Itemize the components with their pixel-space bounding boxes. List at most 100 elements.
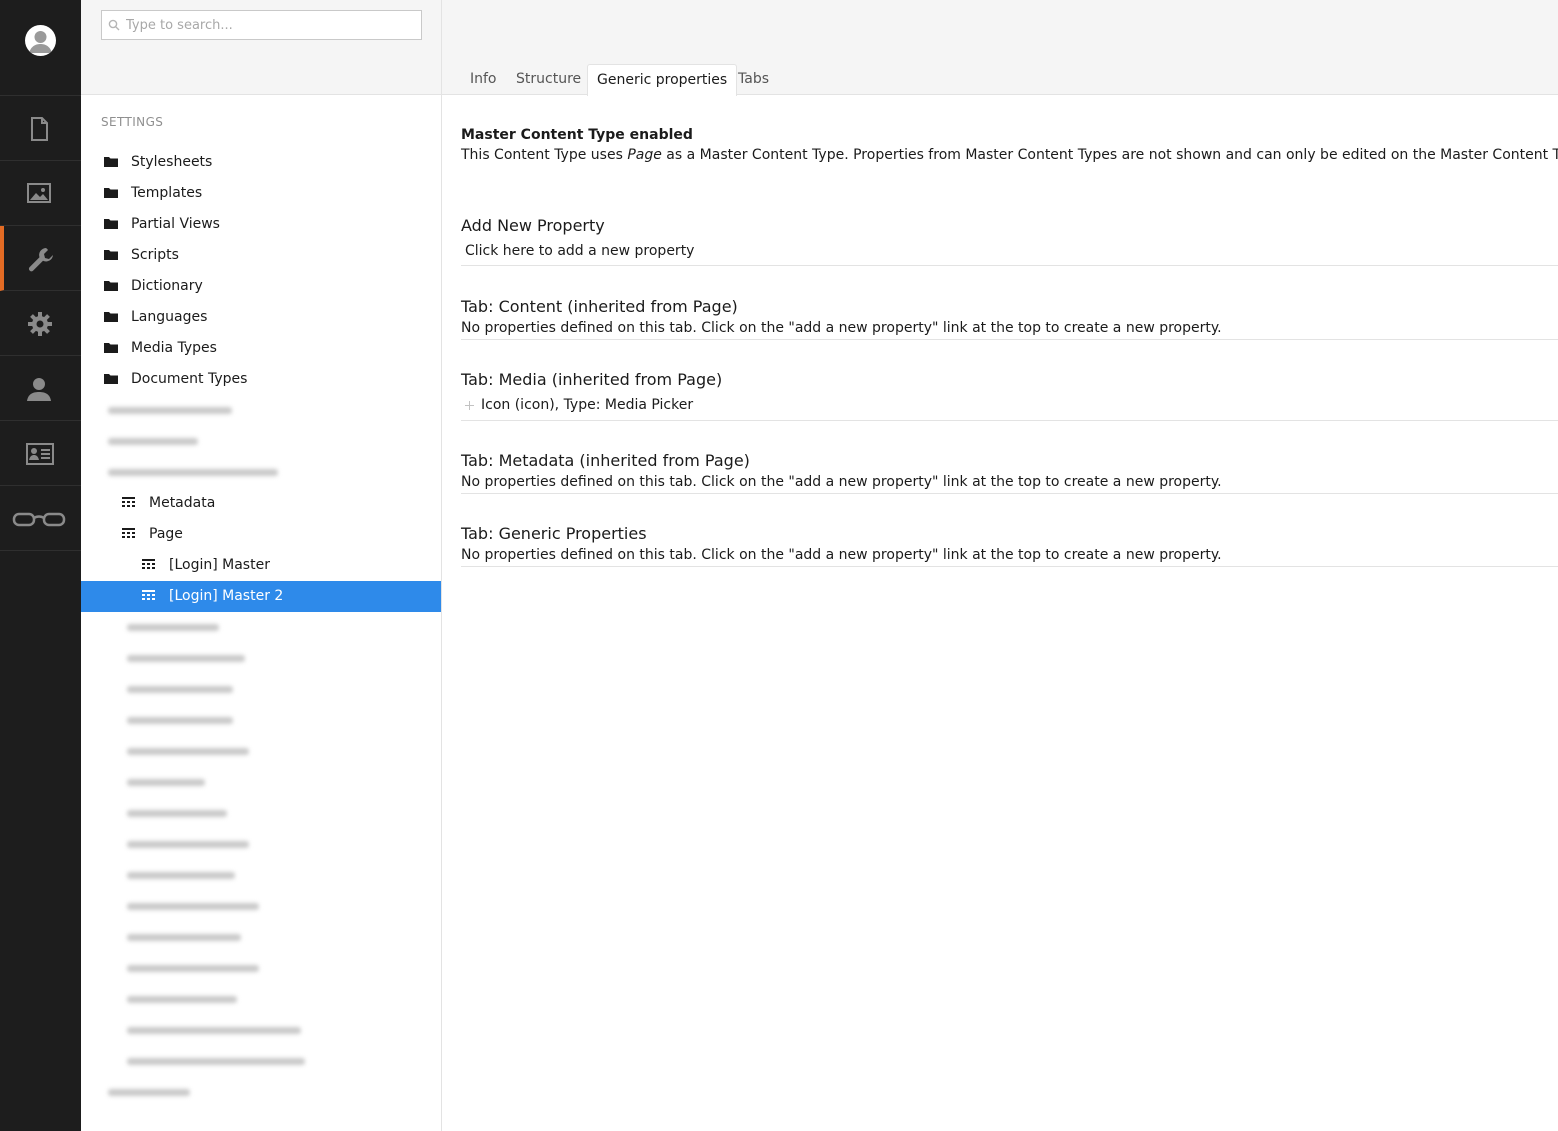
redacted-tree-item <box>127 934 241 941</box>
grid-icon <box>122 497 135 507</box>
tree-item-media-types[interactable]: Media Types <box>81 333 441 364</box>
tree-item-label: [Login] Master 2 <box>169 588 284 604</box>
tree-item-document-types[interactable]: Document Types <box>81 364 441 395</box>
tree-item-label: Templates <box>131 185 203 201</box>
divider <box>461 339 1558 340</box>
tree-item-label: Partial Views <box>131 216 220 232</box>
tree-item-dictionary[interactable]: Dictionary <box>81 271 441 302</box>
search-input[interactable] <box>126 11 416 39</box>
media-section[interactable] <box>0 161 81 226</box>
members-section[interactable] <box>0 421 81 486</box>
tree-item-stylesheets[interactable]: Stylesheets <box>81 147 441 178</box>
tab-content-title: Tab: Content (inherited from Page) <box>461 297 738 316</box>
folder-icon <box>104 312 118 322</box>
master-type-name: Page <box>627 147 662 163</box>
tree-item-label: [Login] Master <box>169 557 270 573</box>
redacted-tree-item <box>108 407 232 414</box>
tree-item-login-master[interactable]: [Login] Master <box>81 550 441 581</box>
redacted-tree-item <box>127 717 233 724</box>
tab-generic-properties-empty-text: No properties defined on this tab. Click… <box>461 547 1222 563</box>
tree-item-label: Scripts <box>131 247 179 263</box>
property-icon-media-picker[interactable]: Icon (icon), Type: Media Picker <box>481 397 693 413</box>
document-icon <box>31 117 48 141</box>
developer-section[interactable] <box>0 291 81 356</box>
redacted-tree-item <box>108 1089 190 1096</box>
divider <box>461 265 1558 266</box>
redacted-tree-item <box>127 841 249 848</box>
master-notice-title: Master Content Type enabled <box>461 127 693 143</box>
folder-icon <box>104 188 118 198</box>
glasses-icon <box>12 512 66 527</box>
redacted-tree-item <box>127 903 259 910</box>
redacted-tree-item <box>127 996 237 1003</box>
tree-header <box>81 0 441 95</box>
redacted-tree-item <box>127 965 259 972</box>
tree-item-label: Document Types <box>131 371 248 387</box>
tree-item-label: Languages <box>131 309 208 325</box>
tree-item-partial-views[interactable]: Partial Views <box>81 209 441 240</box>
add-property-link[interactable]: Click here to add a new property <box>465 243 694 259</box>
wrench-icon <box>29 248 53 272</box>
user-area <box>0 0 81 96</box>
tab-content-empty-text: No properties defined on this tab. Click… <box>461 320 1222 336</box>
tab-metadata-title: Tab: Metadata (inherited from Page) <box>461 451 750 470</box>
gear-icon <box>28 312 52 336</box>
tab-media-title: Tab: Media (inherited from Page) <box>461 370 723 389</box>
tree-item-label: Page <box>149 526 183 542</box>
users-section[interactable] <box>0 356 81 421</box>
tree-item-label: Stylesheets <box>131 154 213 170</box>
tab-metadata-empty-text: No properties defined on this tab. Click… <box>461 474 1222 490</box>
folder-icon <box>104 157 118 167</box>
add-property-title: Add New Property <box>461 216 605 235</box>
tab-generic-properties[interactable]: Generic properties <box>587 64 738 96</box>
redacted-tree-item <box>127 810 227 817</box>
tree-item-templates[interactable]: Templates <box>81 178 441 209</box>
redacted-tree-item <box>127 624 219 631</box>
folder-icon <box>104 374 118 384</box>
tree-heading: SETTINGS <box>101 115 164 129</box>
tree-item-label: Metadata <box>149 495 216 511</box>
folder-icon <box>104 343 118 353</box>
redacted-tree-item <box>127 779 205 786</box>
redacted-tree-item <box>127 872 235 879</box>
tree-item-label: Dictionary <box>131 278 203 294</box>
folder-icon <box>104 281 118 291</box>
tab-structure[interactable]: Structure <box>507 64 590 95</box>
translation-section[interactable] <box>0 486 81 551</box>
redacted-tree-item <box>127 655 245 662</box>
tree-item-page[interactable]: Page <box>81 519 441 550</box>
settings-section[interactable] <box>0 226 81 291</box>
redacted-tree-item <box>127 686 233 693</box>
divider <box>461 493 1558 494</box>
tab-info[interactable]: Info <box>461 64 506 95</box>
tab-tabs[interactable]: Tabs <box>729 64 778 95</box>
tree-item-metadata[interactable]: Metadata <box>81 488 441 519</box>
tree-item-scripts[interactable]: Scripts <box>81 240 441 271</box>
tab-generic-properties-title: Tab: Generic Properties <box>461 524 647 543</box>
notice-text-start: This Content Type uses <box>461 147 628 163</box>
divider <box>461 566 1558 567</box>
master-notice-text: This Content Type uses Page as a Master … <box>461 147 1558 163</box>
redacted-tree-item <box>127 1027 301 1034</box>
folder-icon <box>104 219 118 229</box>
editor-header: Info Structure Generic properties Tabs <box>442 0 1558 96</box>
user-avatar-icon[interactable] <box>25 25 56 56</box>
folder-icon <box>104 250 118 260</box>
redacted-tree-item <box>127 1058 305 1065</box>
grid-icon <box>142 559 155 569</box>
grid-icon <box>142 590 155 600</box>
redacted-tree-item <box>108 438 198 445</box>
image-icon <box>27 183 51 203</box>
drag-handle-icon[interactable] <box>465 401 474 410</box>
tree-panel: SETTINGS Stylesheets Templates Partial V… <box>81 0 442 1131</box>
content-section[interactable] <box>0 96 81 161</box>
search-box[interactable] <box>101 10 422 40</box>
section-rail <box>0 0 81 1131</box>
tree-item-label: Media Types <box>131 340 217 356</box>
contact-card-icon <box>26 443 54 465</box>
tree-item-languages[interactable]: Languages <box>81 302 441 333</box>
redacted-tree-item <box>127 748 249 755</box>
editor-panel: Info Structure Generic properties Tabs M… <box>442 0 1558 1131</box>
search-icon <box>108 19 120 31</box>
tree-item-login-master-2[interactable]: [Login] Master 2 <box>81 581 441 612</box>
